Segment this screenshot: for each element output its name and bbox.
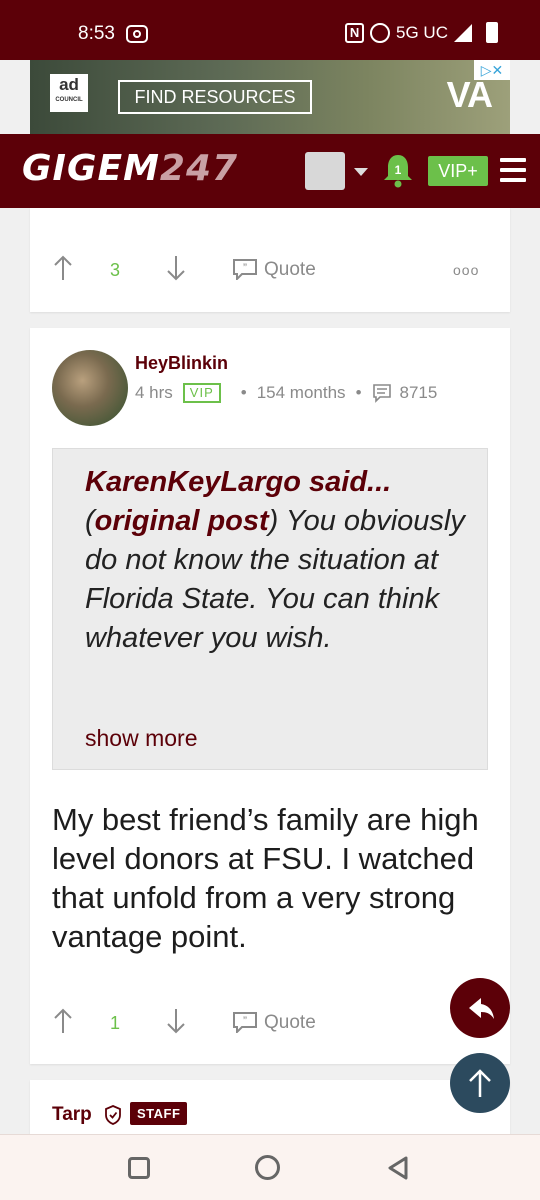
network-label: 5G UC [396, 22, 448, 42]
ad-logo-text: ad [59, 75, 79, 94]
account-avatar[interactable] [305, 152, 345, 190]
upvote-icon[interactable] [53, 254, 73, 282]
svg-text:”: ” [243, 261, 247, 275]
post-meta: 4 hrs VIP • 154 months • 8715 [135, 383, 437, 403]
more-options-icon[interactable]: ooo [453, 262, 479, 278]
posts-icon [372, 384, 391, 403]
post-count: 8715 [399, 383, 438, 402]
quote-icon[interactable]: ” [232, 258, 258, 280]
chevron-down-icon[interactable] [354, 168, 368, 176]
nfc-icon: N [345, 22, 365, 43]
reply-button[interactable] [450, 978, 510, 1038]
post-card: Tarp STAFF [30, 1080, 510, 1140]
post-body: My best friend’s family are high level d… [52, 802, 479, 954]
bell-icon[interactable]: 1 [382, 152, 414, 188]
ad-close-icon[interactable]: ▷✕ [474, 60, 510, 80]
post-actions: 3 ” Quote ooo [30, 250, 510, 290]
vip-plus-button[interactable]: VIP+ [428, 156, 488, 186]
system-nav-bar [0, 1134, 540, 1200]
ad-find-resources-button[interactable]: FIND RESOURCES [118, 80, 312, 114]
shield-check-icon [105, 1105, 121, 1125]
quote-author[interactable]: KarenKeyLargo said... [85, 466, 391, 498]
ad-logo-sub: COUNCIL [55, 97, 83, 103]
reply-icon [469, 998, 494, 1019]
original-post-link[interactable]: original post [95, 505, 269, 537]
post-age: 4 hrs [135, 383, 173, 402]
screen-record-icon [126, 25, 148, 43]
upvote-count: 1 [110, 1013, 121, 1033]
status-time: 8:53 [78, 23, 115, 44]
separator-dot: • [240, 383, 247, 402]
svg-text:”: ” [243, 1014, 247, 1028]
hamburger-menu-icon[interactable] [500, 158, 526, 182]
quote-text: KarenKeyLargo said... (original post) You… [85, 466, 465, 654]
post-username[interactable]: Tarp [52, 1104, 92, 1126]
home-icon[interactable] [255, 1155, 280, 1180]
back-icon[interactable] [386, 1155, 410, 1181]
signal-icon [454, 23, 472, 42]
ad-brand: VA [446, 74, 493, 115]
status-bar: 8:53 N 5G UC [0, 0, 540, 60]
show-more-link[interactable]: show more [85, 725, 197, 752]
upvote-icon[interactable] [53, 1007, 73, 1035]
separator-dot: • [355, 383, 362, 402]
upvote-count: 3 [110, 260, 121, 280]
status-icons: N 5G UC [345, 22, 498, 43]
staff-badge: STAFF [130, 1102, 188, 1125]
alarm-icon [370, 22, 391, 43]
vip-badge: VIP [182, 383, 221, 403]
membership-duration: 154 months [256, 383, 346, 402]
post-card: 3 ” Quote ooo [30, 208, 510, 312]
quote-button[interactable]: Quote [264, 1012, 316, 1034]
battery-icon [486, 22, 498, 43]
post-actions: 1 ” Quote [30, 1003, 510, 1043]
ad-banner[interactable]: ad COUNCIL FIND RESOURCES VA ▷✕ [30, 60, 510, 134]
recents-icon[interactable] [128, 1157, 150, 1179]
logo-main: GIGEM [22, 148, 160, 189]
downvote-icon[interactable] [166, 254, 186, 282]
scroll-to-top-button[interactable] [450, 1053, 510, 1113]
quote-icon[interactable]: ” [232, 1011, 258, 1033]
ad-council-logo: ad COUNCIL [50, 74, 88, 112]
quoted-post: KarenKeyLargo said... (original post) You… [52, 448, 488, 770]
post-card: HeyBlinkin 4 hrs VIP • 154 months • 8715… [30, 328, 510, 1064]
post-username[interactable]: HeyBlinkin [135, 353, 228, 374]
downvote-icon[interactable] [166, 1007, 186, 1035]
arrow-up-icon [469, 1069, 491, 1097]
logo-num: 247 [159, 148, 239, 189]
site-logo[interactable]: GIGEM247 [22, 148, 238, 189]
user-avatar[interactable] [52, 350, 128, 426]
quote-button[interactable]: Quote [264, 259, 316, 281]
notification-count: 1 [395, 163, 402, 177]
